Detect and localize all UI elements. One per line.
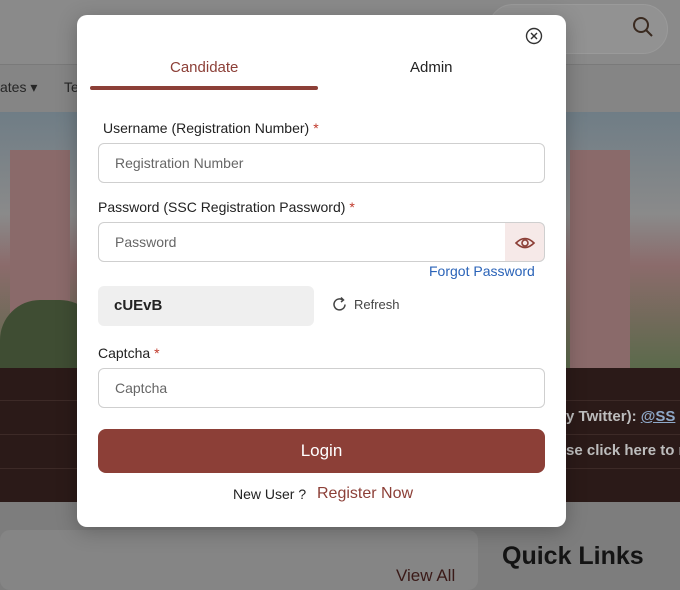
captcha-image: cUEvB xyxy=(98,286,314,326)
background-notice-link: @SS xyxy=(640,408,676,425)
password-input[interactable] xyxy=(98,222,506,262)
captcha-label: Captcha * xyxy=(98,345,160,361)
required-marker: * xyxy=(154,345,160,361)
required-marker: * xyxy=(349,199,355,215)
username-input[interactable] xyxy=(98,143,545,183)
background-building-right xyxy=(570,150,630,368)
background-notice-text: rly Twitter): xyxy=(556,408,637,425)
new-user-text: New User ? xyxy=(233,486,307,502)
background-notice-twitter: rly Twitter): @SS xyxy=(556,408,675,425)
username-label: Username (Registration Number) * xyxy=(103,120,319,136)
background-view-all: View All xyxy=(396,566,456,585)
tab-admin[interactable]: Admin xyxy=(410,59,453,76)
active-tab-indicator xyxy=(90,86,318,90)
refresh-captcha-button[interactable]: Refresh xyxy=(331,296,400,313)
captcha-input[interactable] xyxy=(98,368,545,408)
login-button[interactable]: Login xyxy=(98,429,545,473)
username-label-text: Username (Registration Number) xyxy=(103,120,310,136)
register-now-link[interactable]: Register Now xyxy=(317,485,413,503)
close-icon[interactable] xyxy=(525,27,543,45)
background-notice-click-here: se click here to r xyxy=(566,442,680,459)
password-label: Password (SSC Registration Password) * xyxy=(98,199,355,215)
tab-candidate[interactable]: Candidate xyxy=(170,59,238,76)
password-label-text: Password (SSC Registration Password) xyxy=(98,199,346,215)
refresh-label: Refresh xyxy=(354,297,400,312)
refresh-icon xyxy=(333,296,346,311)
search-icon xyxy=(633,17,653,37)
eye-icon xyxy=(514,237,536,249)
captcha-label-text: Captcha xyxy=(98,345,151,361)
forgot-password-link[interactable]: Forgot Password xyxy=(429,263,535,279)
show-password-button[interactable] xyxy=(505,222,545,262)
login-modal: Candidate Admin Username (Registration N… xyxy=(77,15,566,527)
required-marker: * xyxy=(313,120,319,136)
background-quick-links-title: Quick Links xyxy=(502,542,644,570)
background-nav-item-updates: ates ▾ xyxy=(0,79,38,95)
